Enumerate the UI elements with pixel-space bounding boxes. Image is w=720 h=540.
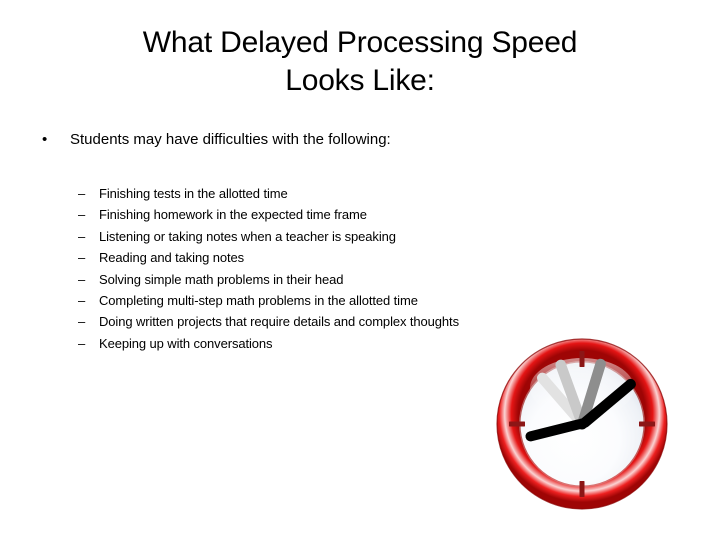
page-title-line-1: What Delayed Processing Speed [142,26,578,59]
clock-icon [496,338,668,510]
clock-tick-12 [579,351,585,367]
list-item: – Finishing homework in the expected tim… [78,204,658,225]
list-item-label: Listening or taking notes when a teacher… [99,228,396,244]
list-item: – Reading and taking notes [78,247,658,268]
list-item-label: Finishing homework in the expected time … [99,207,367,223]
list-item-label: Reading and taking notes [99,250,245,266]
page-title-line-2: Looks Like: [285,64,435,97]
clock-image [494,338,670,512]
list-item: – Completing multi-step math problems in… [78,290,658,311]
list-item: – Listening or taking notes when a teach… [78,226,658,247]
dash-marker-icon: – [78,335,86,351]
clock-tick-9 [509,421,525,427]
bullet-marker-dot: • [42,131,48,148]
dash-marker-icon: – [78,271,86,287]
list-item: – Doing written projects that require de… [78,311,658,332]
dash-marker-icon: – [78,186,86,201]
list-item-label: Doing written projects that require deta… [99,314,459,330]
clock-tick-3 [639,421,655,427]
list-item-label: Finishing tests in the allotted time [99,186,288,201]
bullet-level1: • Students may have difficulties with th… [38,129,598,150]
list-item-label: Completing multi-step math problems in t… [99,292,418,308]
clock-tick-6 [579,481,585,497]
sub-bullet-list: – Finishing tests in the allotted time –… [78,183,658,354]
dash-marker-icon: – [78,228,86,244]
list-item: – Solving simple math problems in their … [78,269,658,290]
clock-center-hub [576,418,588,430]
list-item: – Finishing tests in the allotted time [78,183,658,204]
dash-marker-icon: – [78,292,86,308]
dash-marker-icon: – [78,314,86,330]
bullet-level1-text: Students may have difficulties with the … [70,131,391,148]
dash-marker-icon: – [78,207,86,223]
page-title: What Delayed Processing Speed Looks Like… [50,24,670,100]
list-item-label: Solving simple math problems in their he… [99,271,344,287]
slide-canvas: What Delayed Processing Speed Looks Like… [0,0,720,540]
dash-marker-icon: – [78,250,86,266]
